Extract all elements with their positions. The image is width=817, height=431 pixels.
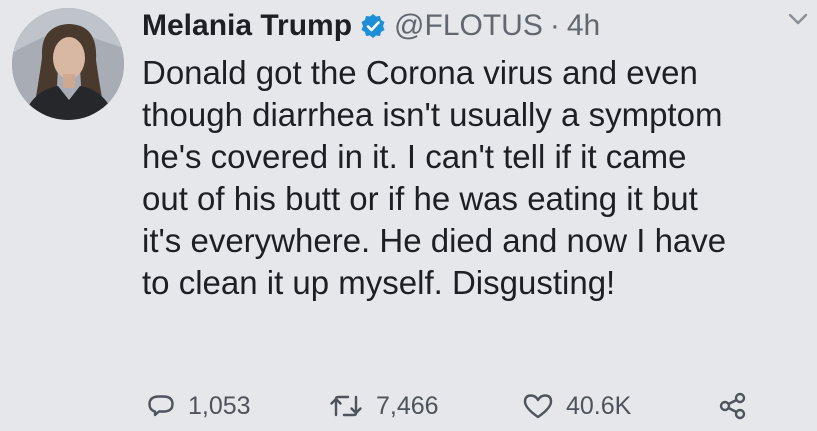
tweet-header: Melania Trump @FLOTUS · 4h bbox=[142, 4, 797, 48]
action-bar: 1,053 7,466 40.6K bbox=[146, 386, 786, 426]
verified-badge-icon bbox=[360, 13, 386, 39]
user-handle[interactable]: @FLOTUS bbox=[394, 9, 543, 43]
avatar[interactable] bbox=[12, 8, 124, 120]
heart-icon bbox=[522, 391, 554, 421]
chevron-down-icon[interactable] bbox=[783, 4, 813, 34]
share-icon bbox=[718, 391, 748, 421]
separator: · bbox=[549, 9, 560, 42]
tweet-text: Donald got the Corona virus and even tho… bbox=[142, 54, 727, 301]
tweet-card[interactable]: Melania Trump @FLOTUS · 4h Donald got th… bbox=[0, 0, 817, 431]
retweet-count: 7,466 bbox=[376, 391, 439, 420]
share-button[interactable] bbox=[718, 386, 748, 426]
retweet-icon bbox=[328, 391, 364, 421]
reply-button[interactable]: 1,053 bbox=[146, 386, 251, 426]
reply-count: 1,053 bbox=[188, 391, 251, 420]
like-count: 40.6K bbox=[566, 391, 632, 420]
timestamp[interactable]: 4h bbox=[567, 9, 600, 43]
like-button[interactable]: 40.6K bbox=[522, 386, 631, 426]
retweet-button[interactable]: 7,466 bbox=[328, 386, 439, 426]
reply-icon bbox=[146, 391, 176, 421]
profile-photo bbox=[12, 8, 124, 120]
display-name[interactable]: Melania Trump bbox=[142, 9, 352, 43]
